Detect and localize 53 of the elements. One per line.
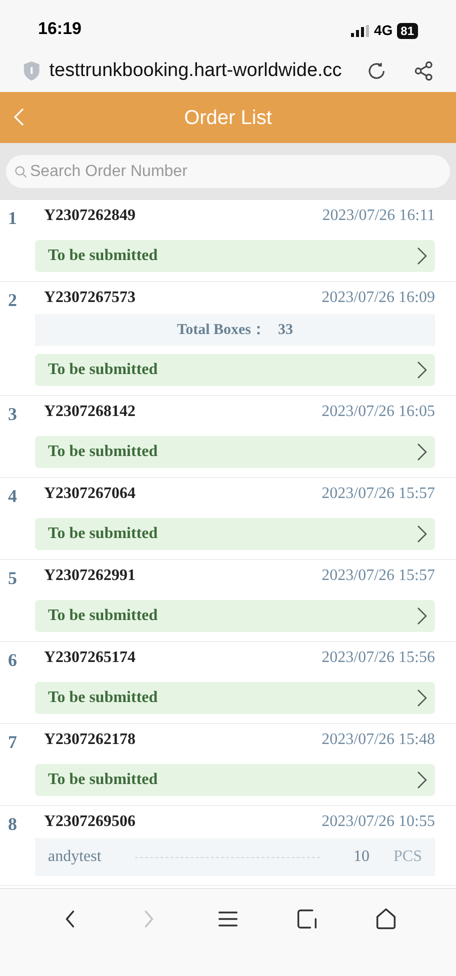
total-boxes-label: Total Boxes： xyxy=(176,320,266,340)
shield-icon xyxy=(22,60,42,82)
status-button[interactable]: To be submitted xyxy=(35,764,435,796)
order-time: 2023/07/26 10:55 xyxy=(322,812,435,832)
item-quantity: 10 xyxy=(354,847,370,867)
item-name: andytest xyxy=(48,847,102,867)
clock-time: 16:19 xyxy=(38,18,82,40)
order-number: Y2307267573 xyxy=(44,288,136,308)
order-number: Y2307265174 xyxy=(44,648,136,668)
order-time: 2023/07/26 15:57 xyxy=(322,484,435,504)
row-number: 8 xyxy=(8,813,18,836)
row-number: 2 xyxy=(8,289,18,312)
item-unit: PCS xyxy=(394,847,422,867)
order-number: Y2307267064 xyxy=(44,484,136,504)
chevron-right-icon xyxy=(417,607,427,625)
order-number: Y2307262849 xyxy=(44,206,136,226)
order-time: 2023/07/26 15:48 xyxy=(322,730,435,750)
status-button[interactable]: To be submitted xyxy=(35,354,435,386)
order-time: 2023/07/26 16:11 xyxy=(322,206,435,226)
order-number: Y2307262178 xyxy=(44,730,136,750)
row-number: 7 xyxy=(8,731,18,754)
status-button[interactable]: To be submitted xyxy=(35,240,435,272)
row-number: 5 xyxy=(8,567,18,590)
search-icon xyxy=(14,165,28,179)
status-button[interactable]: To be submitted xyxy=(35,518,435,550)
chevron-right-icon xyxy=(417,771,427,789)
page-title: Order List xyxy=(184,106,272,130)
chevron-right-icon xyxy=(417,525,427,543)
chevron-right-icon xyxy=(417,247,427,265)
status-button[interactable]: To be submitted xyxy=(35,600,435,632)
network-label: 4G xyxy=(374,21,393,40)
order-number: Y2307268142 xyxy=(44,402,136,422)
order-number: Y2307262991 xyxy=(44,566,136,586)
status-button[interactable]: To be submitted xyxy=(35,436,435,468)
chevron-right-icon xyxy=(417,443,427,461)
order-time: 2023/07/26 15:56 xyxy=(322,648,435,668)
row-number: 1 xyxy=(8,207,18,230)
reload-icon[interactable] xyxy=(366,60,387,82)
order-time: 2023/07/26 16:05 xyxy=(322,402,435,422)
order-number: Y2307269506 xyxy=(44,812,136,832)
total-boxes-value: 33 xyxy=(278,320,294,340)
share-icon[interactable] xyxy=(412,60,434,82)
search-field[interactable]: Search Order Number xyxy=(6,155,450,188)
row-number: 6 xyxy=(8,649,18,672)
row-number: 4 xyxy=(8,485,18,508)
chevron-right-icon xyxy=(417,689,427,707)
battery-level: 81 xyxy=(396,22,418,38)
order-time: 2023/07/26 16:09 xyxy=(322,288,435,308)
status-button[interactable]: To be submitted xyxy=(35,682,435,714)
row-number: 3 xyxy=(8,403,18,426)
order-time: 2023/07/26 15:57 xyxy=(322,566,435,586)
signal-icon xyxy=(350,24,370,36)
chevron-right-icon xyxy=(417,361,427,379)
